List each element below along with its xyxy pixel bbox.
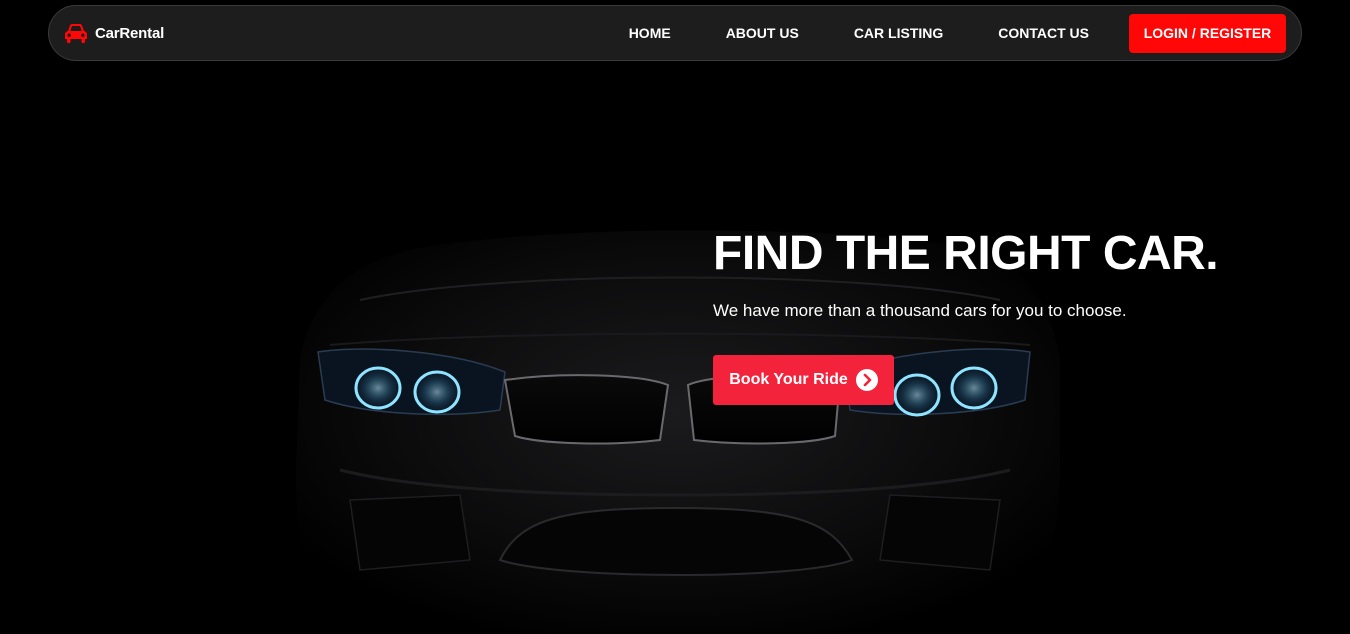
chevron-right-circle-icon bbox=[855, 369, 878, 391]
nav-link-car-listing[interactable]: CAR LISTING bbox=[854, 25, 943, 41]
nav-link-about-us[interactable]: ABOUT US bbox=[726, 25, 799, 41]
hero-title: FIND THE RIGHT CAR. bbox=[713, 227, 1219, 280]
hero-section: FIND THE RIGHT CAR. We have more than a … bbox=[713, 226, 1219, 405]
car-icon bbox=[65, 24, 87, 43]
nav-links: HOME ABOUT US CAR LISTING CONTACT US LOG… bbox=[629, 13, 1286, 53]
book-your-ride-label: Book Your Ride bbox=[729, 371, 848, 388]
nav-link-home[interactable]: HOME bbox=[629, 25, 671, 41]
login-register-button[interactable]: LOGIN / REGISTER bbox=[1129, 13, 1286, 53]
hero-subtitle: We have more than a thousand cars for yo… bbox=[713, 301, 1127, 320]
brand-logo[interactable]: CarRental bbox=[64, 22, 164, 44]
book-your-ride-button[interactable]: Book Your Ride bbox=[713, 355, 894, 405]
brand-name: CarRental bbox=[95, 24, 165, 42]
nav-link-contact-us[interactable]: CONTACT US bbox=[998, 25, 1089, 41]
page: CarRental HOME ABOUT US CAR LISTING CONT… bbox=[0, 0, 1350, 634]
navbar: CarRental HOME ABOUT US CAR LISTING CONT… bbox=[48, 5, 1302, 61]
